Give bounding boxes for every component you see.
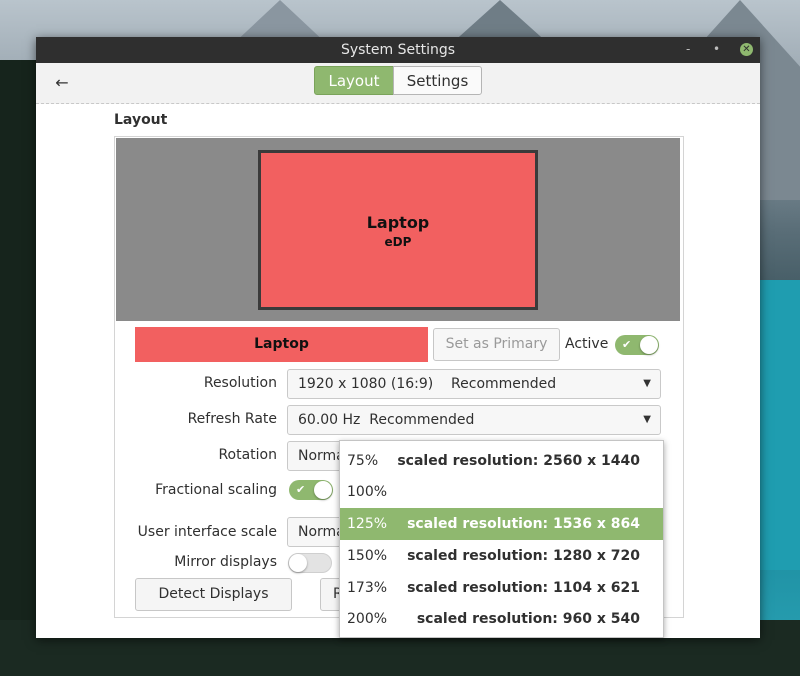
scale-option-200[interactable]: 200% scaled resolution: 960 x 540	[340, 603, 663, 635]
forest-left	[0, 60, 36, 676]
fractional-scaling-toggle[interactable]: ✔	[289, 480, 333, 500]
monitor-preview-area: Laptop eDP	[116, 138, 680, 321]
monitor-name: Laptop	[366, 213, 430, 232]
detect-displays-button[interactable]: Detect Displays	[135, 578, 292, 611]
scaled-resolution: scaled resolution: 1104 x 621	[407, 580, 640, 596]
scaled-resolution: scaled resolution: 960 x 540	[416, 611, 640, 627]
lake-right	[760, 280, 800, 570]
title-bar: System Settings - • ✕	[36, 37, 760, 63]
set-primary-button[interactable]: Set as Primary	[433, 328, 560, 361]
resolution-label: Resolution	[203, 375, 277, 391]
back-arrow-icon[interactable]: ←	[50, 71, 74, 95]
scale-option-100[interactable]: 100%	[340, 476, 663, 508]
toggle-knob	[289, 554, 307, 572]
scale-option-150[interactable]: 150% scaled resolution: 1280 x 720	[340, 540, 663, 572]
toggle-knob	[640, 336, 658, 354]
monitor-tile-laptop[interactable]: Laptop eDP	[258, 150, 538, 310]
dropdown-arrow-icon: ▼	[643, 378, 651, 389]
scale-percent: 173%	[347, 580, 388, 596]
mirror-displays-toggle[interactable]	[288, 553, 332, 573]
scale-dropdown-popup: 75% scaled resolution: 2560 x 1440 100% …	[339, 440, 664, 638]
tab-layout[interactable]: Layout	[314, 66, 394, 95]
scaled-resolution: scaled resolution: 1536 x 864	[407, 516, 640, 532]
scale-percent: 200%	[347, 611, 388, 627]
ui-scale-label: User interface scale	[137, 524, 277, 540]
refresh-rate-combo[interactable]: 60.00 Hz Recommended ▼	[287, 405, 661, 435]
selected-monitor-label: Laptop	[135, 327, 428, 362]
refresh-rate-label: Refresh Rate	[187, 411, 277, 427]
fractional-scaling-label: Fractional scaling	[155, 482, 277, 498]
scaled-resolution: scaled resolution: 1280 x 720	[407, 548, 640, 564]
window-title: System Settings	[340, 42, 456, 58]
scale-option-125[interactable]: 125% scaled resolution: 1536 x 864	[340, 508, 663, 540]
close-icon[interactable]: ✕	[740, 43, 753, 56]
tab-settings[interactable]: Settings	[393, 66, 482, 95]
check-icon: ✔	[296, 483, 306, 496]
scale-percent: 100%	[347, 484, 388, 500]
scaled-resolution: scaled resolution: 2560 x 1440	[397, 453, 640, 469]
resolution-value: 1920 x 1080 (16:9) Recommended	[298, 376, 557, 392]
refresh-rate-value: 60.00 Hz Recommended	[298, 412, 475, 428]
active-toggle[interactable]: ✔	[615, 335, 659, 355]
scale-percent: 75%	[347, 453, 379, 469]
minimize-icon[interactable]: -	[686, 37, 690, 63]
scale-percent: 150%	[347, 548, 388, 564]
rotation-label: Rotation	[218, 447, 277, 463]
mirror-displays-label: Mirror displays	[174, 554, 277, 570]
dropdown-arrow-icon: ▼	[643, 414, 651, 425]
maximize-icon[interactable]: •	[713, 37, 720, 63]
monitor-connector: eDP	[384, 235, 412, 249]
check-icon: ✔	[622, 338, 632, 351]
resolution-combo[interactable]: 1920 x 1080 (16:9) Recommended ▼	[287, 369, 661, 399]
scale-percent: 125%	[347, 516, 388, 532]
section-title: Layout	[114, 112, 168, 128]
header-bar: ← Layout Settings	[36, 63, 760, 104]
scale-option-75[interactable]: 75% scaled resolution: 2560 x 1440	[340, 445, 663, 477]
scale-option-173[interactable]: 173% scaled resolution: 1104 x 621	[340, 572, 663, 604]
toggle-knob	[314, 481, 332, 499]
active-label: Active	[565, 336, 609, 352]
